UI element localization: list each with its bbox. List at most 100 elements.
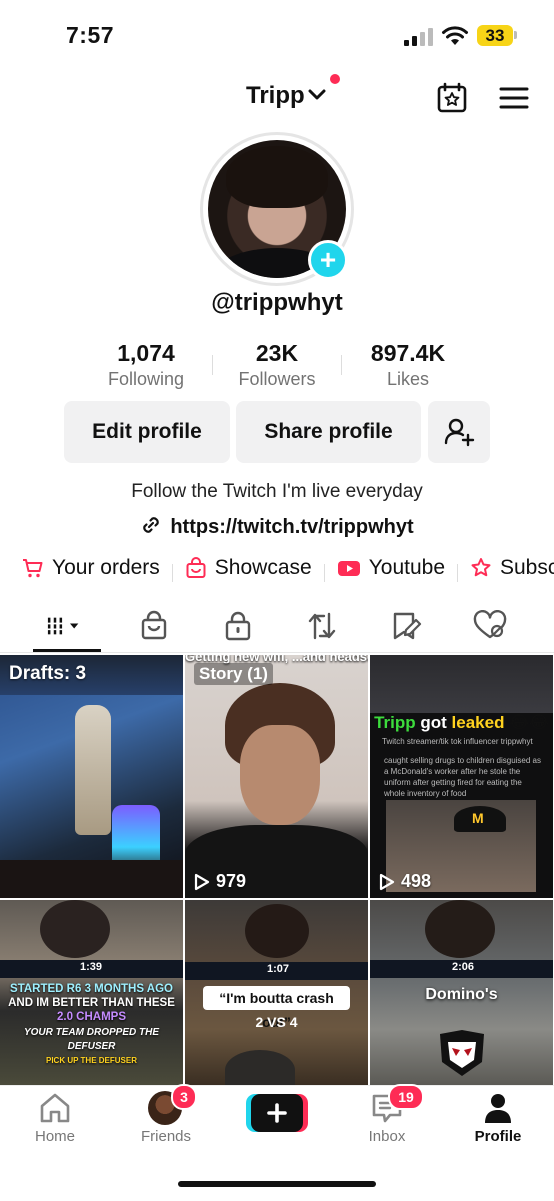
shop-bag-icon bbox=[186, 557, 206, 578]
cart-icon bbox=[23, 559, 43, 578]
desk-surface bbox=[0, 860, 183, 898]
profile-handle: @trippwhyt bbox=[211, 289, 343, 316]
drafts-tile[interactable]: Drafts: 3 bbox=[0, 655, 183, 898]
emoji-laugh: 😂😂 bbox=[509, 713, 549, 732]
game-hud-bar: 2:06 bbox=[370, 960, 553, 978]
followers-label[interactable]: Followers bbox=[207, 369, 347, 390]
nav-profile[interactable]: Profile bbox=[453, 1092, 543, 1145]
caption-line: 2.0 CHAMPS bbox=[56, 1011, 127, 1023]
nav-friends-label: Friends bbox=[140, 1128, 192, 1145]
view-count: 979 bbox=[194, 871, 246, 892]
videos-grid-icon[interactable] bbox=[45, 610, 85, 642]
home-indicator bbox=[178, 1181, 376, 1187]
game-hud-bar: 1:07 bbox=[185, 962, 368, 980]
logo-m: M bbox=[472, 810, 484, 826]
add-friend-icon bbox=[444, 418, 475, 447]
share-profile-button[interactable]: Share profile bbox=[236, 401, 421, 463]
leaked-headline: Tripp got leaked 😂😂 bbox=[370, 713, 553, 733]
tabs-divider bbox=[0, 652, 554, 653]
repost-icon[interactable] bbox=[302, 610, 342, 642]
leaked-subtitle: Twitch streamer/tik tok influencer tripp… bbox=[382, 737, 533, 746]
hud-timer: 2:06 bbox=[452, 961, 475, 973]
following-label[interactable]: Following bbox=[76, 369, 216, 390]
dominos-caption: Domino's bbox=[425, 986, 498, 1003]
r6-caption: STARTED R6 3 MONTHS AGO AND IM BETTER TH… bbox=[0, 982, 183, 1068]
quote-bubble: “I'm boutta crash out” bbox=[203, 986, 350, 1030]
inbox-badge: 19 bbox=[388, 1084, 424, 1110]
headline-part: Tripp bbox=[374, 713, 416, 732]
home-icon bbox=[40, 1093, 70, 1123]
edit-profile-button[interactable]: Edit profile bbox=[64, 401, 230, 463]
view-count-value: 979 bbox=[216, 871, 247, 891]
battery-indicator: 33 bbox=[477, 25, 513, 46]
crash-out-tile[interactable]: 1:07 “I'm boutta crash out” 2 VS 4 bbox=[185, 900, 368, 1085]
bio-link-text[interactable]: https://twitch.tv/trippwhyt bbox=[170, 516, 413, 538]
hair-shape bbox=[40, 900, 110, 958]
link-icon bbox=[143, 517, 160, 533]
add-friend-button[interactable] bbox=[428, 401, 490, 463]
drafts-label: Drafts: 3 bbox=[9, 663, 87, 684]
shortcut-your-orders[interactable]: Your orders bbox=[22, 556, 160, 580]
game-hud-bar: 1:39 bbox=[0, 960, 183, 978]
dominos-tile[interactable]: 2:06 Domino's bbox=[370, 900, 553, 1085]
profile-person-icon bbox=[485, 1094, 511, 1123]
profile-bio: Follow the Twitch I'm live everyday bbox=[131, 481, 423, 502]
r6-started-tile[interactable]: 1:39 STARTED R6 3 MONTHS AGO AND IM BETT… bbox=[0, 900, 183, 1085]
nav-profile-label: Profile bbox=[474, 1128, 522, 1145]
shortcut-subscription[interactable]: Subscr bbox=[470, 556, 554, 580]
friends-badge: 3 bbox=[171, 1084, 197, 1110]
play-icon bbox=[379, 873, 395, 890]
favorites-icon[interactable] bbox=[386, 610, 426, 642]
wifi-icon bbox=[442, 26, 468, 45]
shortcut-label: Subscr bbox=[500, 556, 554, 579]
view-count: 498 bbox=[379, 871, 431, 892]
skull-logo-icon bbox=[440, 1030, 484, 1076]
hair-shape bbox=[245, 904, 309, 958]
story-tile[interactable]: Getting new wifi, ...and headset Story (… bbox=[185, 655, 368, 898]
following-count[interactable]: 1,074 bbox=[76, 340, 216, 367]
view-count-value: 498 bbox=[401, 871, 432, 891]
leaked-body: caught selling drugs to children disguis… bbox=[384, 756, 541, 798]
nav-inbox-label: Inbox bbox=[368, 1128, 406, 1145]
likes-label[interactable]: Likes bbox=[338, 369, 478, 390]
nav-home[interactable]: Home bbox=[10, 1092, 100, 1145]
nav-friends[interactable]: Friends bbox=[121, 1128, 211, 1145]
headline-part: leaked bbox=[451, 713, 505, 732]
face-shape bbox=[240, 725, 320, 825]
followers-count[interactable]: 23K bbox=[207, 340, 347, 367]
menu-icon[interactable] bbox=[499, 86, 529, 110]
create-plus-button[interactable] bbox=[246, 1094, 308, 1132]
hud-timer: 1:07 bbox=[267, 963, 290, 975]
status-time: 7:57 bbox=[66, 22, 115, 48]
add-story-plus-icon[interactable]: + bbox=[308, 240, 348, 280]
shop-icon[interactable] bbox=[134, 610, 174, 642]
private-lock-icon[interactable] bbox=[218, 610, 258, 642]
shortcut-showcase[interactable]: Showcase bbox=[185, 556, 312, 580]
play-icon bbox=[194, 873, 210, 890]
leaked-video-tile[interactable]: Tripp got leaked 😂😂 Twitch streamer/tik … bbox=[370, 655, 553, 898]
likes-count[interactable]: 897.4K bbox=[338, 340, 478, 367]
subscription-icon bbox=[471, 558, 491, 577]
caption-line: PICK UP THE DEFUSER bbox=[46, 1056, 137, 1065]
battery-nub bbox=[514, 31, 517, 39]
account-switcher-name[interactable]: Tripp bbox=[246, 82, 305, 110]
shortcut-divider bbox=[171, 564, 173, 583]
bio-link[interactable]: https://twitch.tv/trippwhyt bbox=[0, 514, 554, 539]
shortcut-youtube[interactable]: Youtube bbox=[337, 556, 445, 580]
notification-dot bbox=[330, 74, 340, 84]
chevron-down-icon[interactable] bbox=[308, 88, 326, 102]
hair-shape bbox=[425, 900, 495, 958]
signal-icon bbox=[404, 28, 434, 46]
youtube-icon bbox=[337, 561, 360, 576]
round-score: 2 VS 4 bbox=[255, 1014, 298, 1030]
story-label: Story (1) bbox=[194, 663, 273, 685]
caption-line: AND IM BETTER THAN THESE bbox=[8, 997, 175, 1009]
calendar-star-icon[interactable] bbox=[436, 82, 468, 114]
liked-icon[interactable] bbox=[470, 610, 510, 642]
hud-timer: 1:39 bbox=[80, 961, 103, 973]
shortcut-divider bbox=[457, 564, 458, 583]
caption-line: STARTED R6 3 MONTHS AGO bbox=[10, 983, 173, 995]
shortcut-label: Youtube bbox=[368, 556, 445, 579]
game-operator-figure bbox=[75, 705, 111, 835]
shortcut-label: Your orders bbox=[52, 556, 160, 579]
